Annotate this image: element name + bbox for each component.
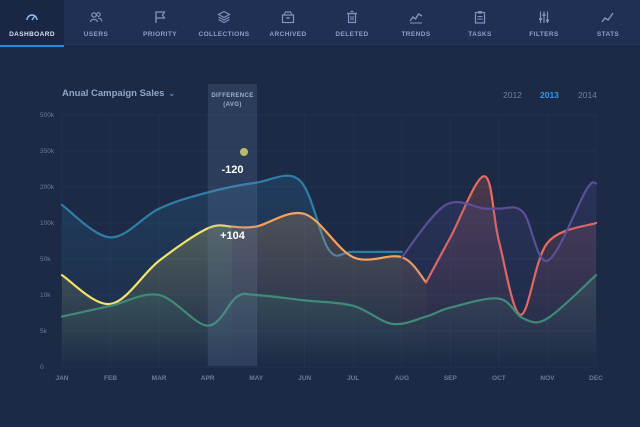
difference-band: DIFFERENCE (AVG) -120 +104 bbox=[208, 84, 257, 366]
difference-title: DIFFERENCE (AVG) bbox=[208, 92, 257, 110]
x-tick-label: FEB bbox=[104, 375, 117, 382]
x-tick-label: JAN bbox=[55, 375, 68, 382]
difference-title-line2: (AVG) bbox=[223, 102, 242, 108]
y-tick-label: 5k bbox=[40, 328, 48, 335]
x-tick-label: JUL bbox=[347, 375, 359, 382]
x-tick-label: DEC bbox=[589, 375, 603, 382]
x-tick-label: MAR bbox=[152, 375, 167, 382]
y-tick-label: 10k bbox=[40, 292, 51, 299]
y-tick-label: 0 bbox=[40, 364, 44, 371]
difference-value-bottom: +104 bbox=[220, 230, 245, 242]
line-chart: 0 5k 10k 50k 100k 200k 350k 500k JAN FEB MAR APR MAY… bbox=[40, 112, 603, 382]
x-tick-label: SEP bbox=[444, 375, 458, 382]
y-tick-label: 350k bbox=[40, 148, 55, 155]
x-tick-label: OCT bbox=[492, 375, 506, 382]
y-tick-label: 500k bbox=[40, 112, 55, 119]
y-tick-label: 50k bbox=[40, 256, 51, 263]
y-tick-label: 200k bbox=[40, 184, 55, 191]
x-tick-label: JUN bbox=[298, 375, 311, 382]
difference-title-line1: DIFFERENCE bbox=[211, 93, 254, 99]
y-tick-label: 100k bbox=[40, 220, 55, 227]
difference-value-top: -120 bbox=[221, 164, 244, 176]
x-tick-label: APR bbox=[201, 375, 215, 382]
x-tick-label: NOV bbox=[540, 375, 555, 382]
x-tick-label: AUG bbox=[395, 375, 409, 382]
x-tick-label: MAY bbox=[249, 375, 264, 382]
